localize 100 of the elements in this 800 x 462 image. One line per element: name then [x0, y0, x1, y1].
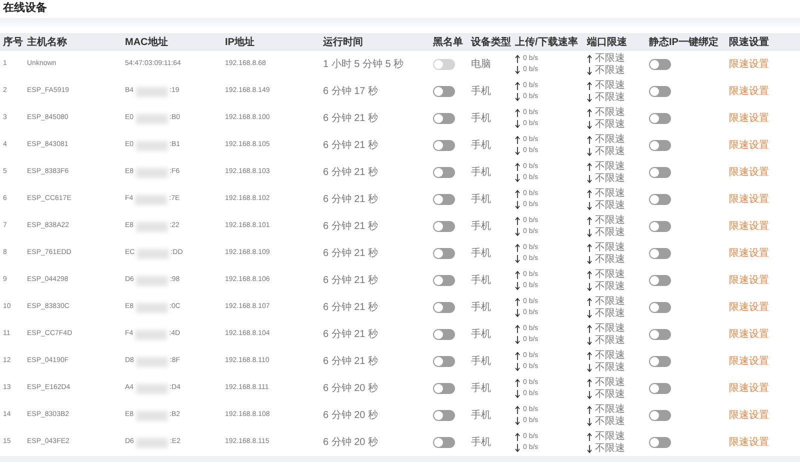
- toggle-switch[interactable]: [649, 140, 671, 151]
- up-arrow-icon: [515, 82, 520, 90]
- down-arrow-icon: [587, 390, 592, 398]
- up-arrow-icon: [515, 432, 520, 441]
- column-header: 主机名称: [27, 35, 68, 50]
- upload-limit: 不限速: [595, 296, 625, 308]
- toggle-switch[interactable]: [649, 59, 671, 70]
- down-arrow-icon: [515, 417, 520, 426]
- speed-limit-link[interactable]: 限速设置: [729, 300, 777, 315]
- table-cell-text: 手机: [471, 112, 492, 126]
- speed-limit-link[interactable]: 限速设置: [729, 111, 777, 126]
- down-arrow-icon: [515, 93, 520, 102]
- download-limit: 不限速: [595, 416, 625, 428]
- up-arrow-icon: [587, 136, 592, 144]
- blurred-patch: [135, 330, 168, 340]
- speed-limit-link[interactable]: 限速设置: [729, 435, 777, 450]
- toggle-switch[interactable]: [433, 302, 455, 313]
- up-arrow-icon: [587, 108, 592, 116]
- column-header: IP地址: [225, 36, 256, 50]
- upload-limit: 不限速: [595, 106, 625, 118]
- down-arrow-icon: [515, 120, 520, 128]
- download-limit: 不限速: [595, 388, 625, 400]
- upload-limit: 不限速: [595, 268, 625, 280]
- down-arrow-icon: [515, 174, 520, 182]
- up-arrow-icon: [587, 298, 592, 306]
- column-header: 序号: [3, 35, 24, 50]
- up-arrow-icon: [515, 162, 520, 171]
- up-arrow-icon: [587, 190, 592, 198]
- speed-limit-link[interactable]: 限速设置: [729, 165, 777, 180]
- table-cell-text: 1 小时 5 分钟 5 秒: [323, 58, 405, 72]
- table-cell-text: 手机: [471, 354, 492, 369]
- blurred-patch: [136, 356, 168, 366]
- speed-limit-link[interactable]: 限速设置: [729, 273, 777, 288]
- toggle-switch[interactable]: [433, 113, 455, 124]
- up-arrow-icon: [587, 54, 592, 62]
- column-header: 黑名单: [433, 36, 464, 50]
- speed-limit-link[interactable]: 限速设置: [729, 354, 777, 369]
- speed-limit-link[interactable]: 限速设置: [729, 192, 777, 207]
- download-limit: 不限速: [595, 334, 625, 346]
- toggle-switch[interactable]: [433, 410, 455, 421]
- down-arrow-icon: [515, 66, 520, 74]
- toggle-switch[interactable]: [649, 113, 671, 124]
- table-cell-text: 手机: [471, 408, 492, 423]
- toggle-switch[interactable]: [649, 275, 671, 286]
- download-limit: 不限速: [595, 280, 625, 292]
- speed-limit-link[interactable]: 限速设置: [729, 246, 777, 261]
- table-cell-text: 6 分钟 21 秒: [323, 166, 380, 180]
- toggle-switch[interactable]: [433, 167, 455, 178]
- toggle-switch[interactable]: [649, 410, 671, 421]
- toggle-switch[interactable]: [649, 167, 671, 178]
- toggle-switch[interactable]: [649, 194, 671, 205]
- upload-limit: 不限速: [595, 322, 625, 334]
- blurred-patch: [136, 140, 168, 150]
- toggle-switch[interactable]: [649, 302, 671, 313]
- toggle-switch[interactable]: [433, 437, 455, 448]
- speed-limit-link[interactable]: 限速设置: [729, 381, 777, 396]
- up-arrow-icon: [515, 54, 520, 63]
- toggle-switch[interactable]: [433, 221, 455, 232]
- toggle-switch[interactable]: [649, 248, 671, 259]
- toggle-switch[interactable]: [433, 383, 455, 394]
- toggle-switch[interactable]: [433, 194, 455, 205]
- column-header: MAC地址: [125, 36, 169, 50]
- toggle-switch[interactable]: [433, 86, 455, 97]
- table-cell-text: 6 分钟 17 秒: [323, 84, 380, 99]
- table-cell-text: 手机: [471, 84, 492, 99]
- toggle-switch[interactable]: [433, 140, 455, 151]
- speed-limit-link[interactable]: 限速设置: [729, 408, 777, 423]
- upload-limit: 不限速: [595, 214, 625, 226]
- table-cell-text: 6 分钟 21 秒: [323, 354, 380, 369]
- speed-limit-link[interactable]: 限速设置: [729, 327, 777, 342]
- download-limit: 不限速: [595, 200, 625, 212]
- table-cell-text: 6 分钟 20 秒: [323, 436, 380, 450]
- down-arrow-icon: [587, 66, 592, 74]
- toggle-switch[interactable]: [649, 221, 671, 232]
- up-arrow-icon: [515, 244, 520, 252]
- table-cell-text: 6 分钟 20 秒: [323, 408, 380, 423]
- blurred-patch: [136, 384, 168, 394]
- speed-limit-link[interactable]: 限速设置: [729, 84, 777, 99]
- down-arrow-icon: [515, 444, 520, 452]
- up-arrow-icon: [587, 216, 592, 224]
- toggle-switch[interactable]: [649, 383, 671, 394]
- speed-limit-link[interactable]: 限速设置: [729, 138, 777, 153]
- up-arrow-icon: [587, 406, 592, 414]
- down-arrow-icon: [587, 418, 592, 426]
- speed-limit-link[interactable]: 限速设置: [729, 57, 777, 72]
- table-cell-text: 手机: [471, 300, 492, 315]
- toggle-switch[interactable]: [649, 86, 671, 97]
- speed-limit-link[interactable]: 限速设置: [729, 219, 777, 234]
- toggle-switch[interactable]: [433, 329, 455, 340]
- toggle-switch[interactable]: [649, 329, 671, 340]
- up-arrow-icon: [515, 108, 520, 117]
- toggle-switch[interactable]: [649, 437, 671, 448]
- blurred-patch: [136, 168, 168, 178]
- toggle-switch[interactable]: [649, 356, 671, 367]
- download-limit: 不限速: [595, 442, 625, 454]
- toggle-switch[interactable]: [433, 248, 455, 259]
- up-arrow-icon: [515, 352, 520, 360]
- toggle-switch[interactable]: [433, 356, 455, 367]
- up-arrow-icon: [515, 190, 520, 198]
- toggle-switch[interactable]: [433, 275, 455, 286]
